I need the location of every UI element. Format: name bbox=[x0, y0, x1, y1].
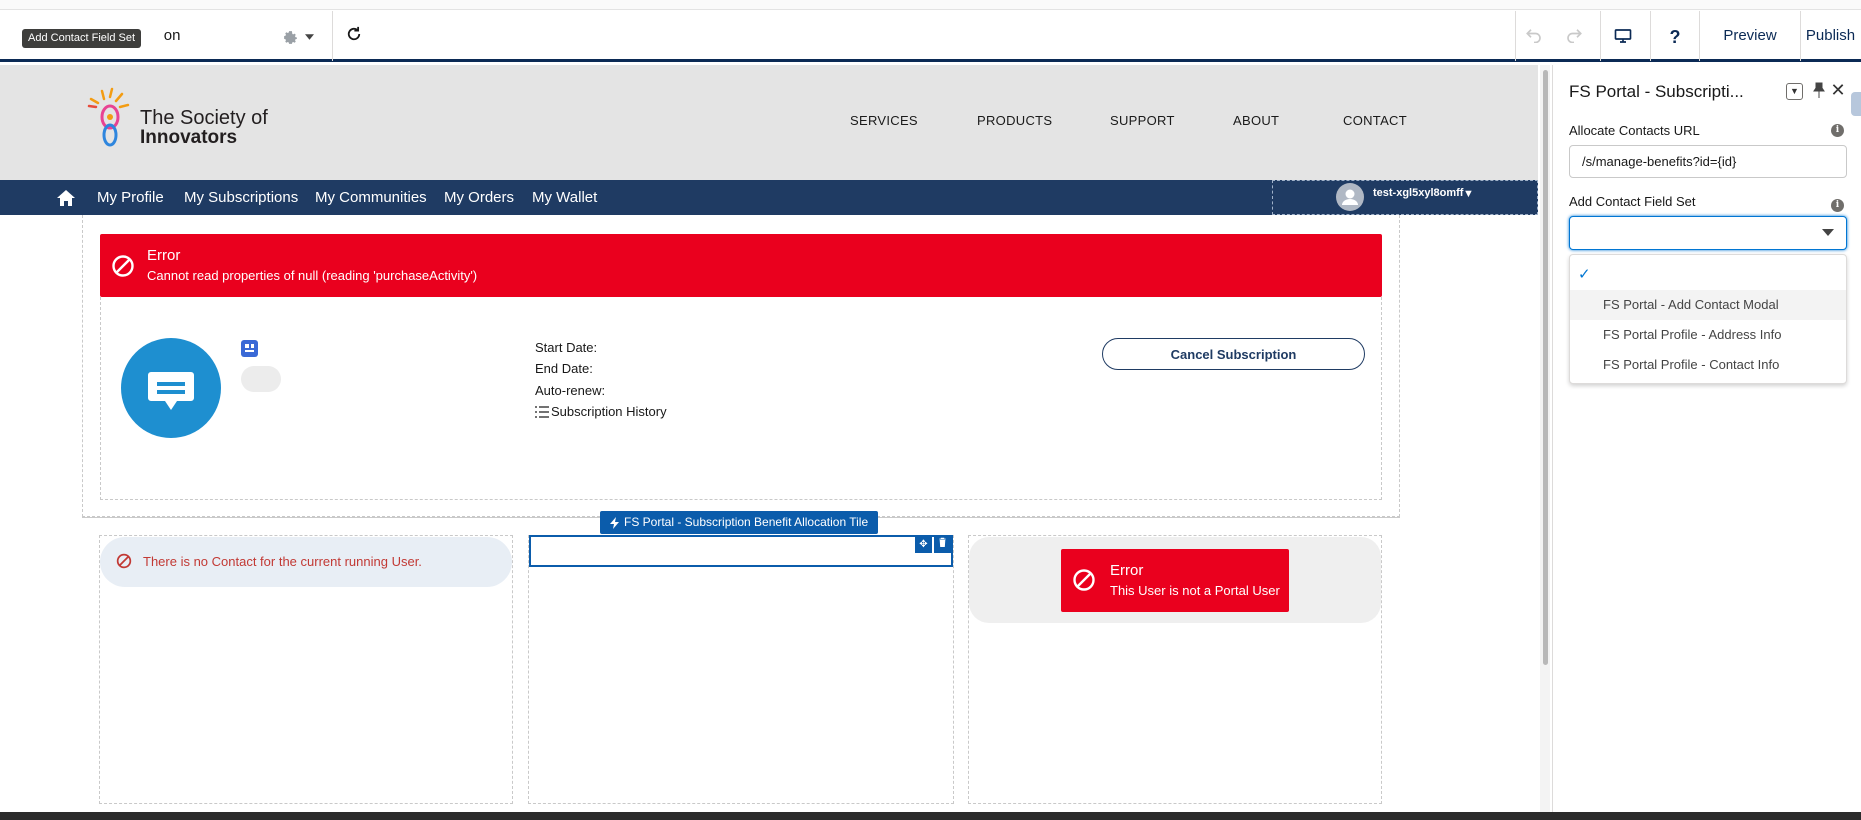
fieldset-select[interactable] bbox=[1569, 216, 1847, 250]
status-pill bbox=[241, 366, 281, 392]
tooltip: Add Contact Field Set bbox=[22, 29, 142, 48]
toolbar-divider bbox=[1650, 11, 1651, 61]
record-type-icon bbox=[241, 340, 258, 357]
user-icon bbox=[1342, 189, 1358, 205]
allocate-url-input[interactable] bbox=[1569, 145, 1847, 178]
close-icon[interactable]: ✕ bbox=[1829, 80, 1847, 100]
list-icon[interactable] bbox=[535, 406, 549, 418]
ban-icon bbox=[116, 553, 132, 569]
dropdown-option[interactable]: FS Portal Profile - Address Info bbox=[1570, 320, 1846, 350]
undo-icon bbox=[1526, 29, 1541, 44]
component-tools: ✥ bbox=[915, 537, 951, 553]
ban-icon bbox=[1073, 569, 1095, 591]
start-date-label: Start Date: bbox=[535, 340, 598, 355]
no-contact-message: There is no Contact for the current runn… bbox=[143, 554, 422, 569]
publish-button[interactable]: Publish bbox=[1800, 11, 1861, 61]
move-icon[interactable]: ✥ bbox=[915, 537, 932, 553]
dropdown-option[interactable]: FS Portal Profile - Contact Info bbox=[1570, 350, 1846, 380]
component-label[interactable]: FS Portal - Subscription Benefit Allocat… bbox=[600, 511, 879, 534]
chat-icon bbox=[148, 372, 194, 410]
page-settings-menu[interactable] bbox=[282, 24, 314, 50]
caret-down-icon[interactable]: ▼ bbox=[1463, 188, 1474, 200]
cancel-subscription-button[interactable]: Cancel Subscription bbox=[1102, 338, 1365, 370]
error-message: Cannot read properties of null (reading … bbox=[147, 268, 478, 283]
fieldset-label: Add Contact Field Set bbox=[1569, 194, 1696, 209]
redo-icon bbox=[1567, 29, 1582, 44]
allocate-url-label: Allocate Contacts URL bbox=[1569, 123, 1700, 138]
nav-my-orders[interactable]: My Orders bbox=[444, 188, 514, 207]
site-nav-contact[interactable]: CONTACT bbox=[1343, 113, 1407, 128]
site-nav-about[interactable]: ABOUT bbox=[1233, 113, 1279, 128]
subscription-card bbox=[100, 297, 1382, 500]
info-icon[interactable]: i bbox=[1831, 199, 1844, 212]
panel-collapse-tab[interactable] bbox=[1851, 92, 1861, 116]
panel-menu-button[interactable]: ▼ bbox=[1786, 83, 1803, 100]
subscription-avatar bbox=[121, 338, 221, 438]
end-date-label: End Date: bbox=[535, 361, 593, 376]
selected-component[interactable] bbox=[529, 535, 953, 567]
property-panel bbox=[1552, 65, 1861, 820]
redo-button[interactable] bbox=[1559, 24, 1589, 50]
auto-renew-label: Auto-renew: bbox=[535, 383, 606, 398]
preview-button[interactable]: Preview bbox=[1700, 11, 1800, 61]
gear-icon bbox=[284, 30, 297, 44]
nav-my-wallet[interactable]: My Wallet bbox=[532, 188, 597, 207]
ban-icon bbox=[112, 255, 134, 277]
site-nav-services[interactable]: SERVICES bbox=[850, 113, 918, 128]
select-arrow-icon[interactable] bbox=[1822, 229, 1834, 236]
component-label-text: FS Portal - Subscription Benefit Allocat… bbox=[624, 515, 869, 529]
toolbar-divider bbox=[1600, 11, 1601, 61]
portal-error-title: Error bbox=[1110, 562, 1144, 579]
dropdown-option[interactable]: FS Portal - Add Contact Modal bbox=[1570, 290, 1846, 320]
user-name[interactable]: test-xgl5xyl8omff bbox=[1373, 187, 1463, 199]
toolbar-divider bbox=[332, 11, 333, 61]
error-banner bbox=[100, 234, 1382, 297]
refresh-button[interactable] bbox=[342, 24, 366, 50]
home-icon[interactable] bbox=[56, 188, 76, 208]
toolbar-divider bbox=[1515, 11, 1516, 61]
error-title: Error bbox=[147, 247, 181, 264]
allocation-column-center bbox=[528, 535, 954, 804]
device-preview-button[interactable] bbox=[1608, 24, 1638, 50]
help-button[interactable]: ? bbox=[1660, 24, 1690, 50]
desktop-icon bbox=[1614, 28, 1632, 43]
nav-my-communities[interactable]: My Communities bbox=[315, 188, 427, 207]
user-avatar[interactable] bbox=[1336, 183, 1364, 211]
window-top-strip bbox=[0, 0, 1861, 10]
nav-my-profile[interactable]: My Profile bbox=[97, 188, 164, 207]
refresh-icon bbox=[347, 26, 361, 41]
info-icon[interactable]: i bbox=[1831, 124, 1844, 137]
panel-title: FS Portal - Subscripti... bbox=[1569, 82, 1744, 101]
delete-icon[interactable] bbox=[934, 537, 951, 553]
check-icon: ✓ bbox=[1578, 266, 1591, 283]
logo-text-line2: Innovators bbox=[140, 127, 238, 148]
bolt-icon bbox=[610, 516, 619, 529]
subscription-history-link[interactable]: Subscription History bbox=[551, 404, 667, 419]
window-bottom-strip bbox=[0, 812, 1861, 820]
caret-down-icon bbox=[305, 34, 314, 40]
site-nav-support[interactable]: SUPPORT bbox=[1110, 113, 1175, 128]
portal-error-message: This User is not a Portal User bbox=[1110, 583, 1280, 598]
canvas-scrollbar-thumb[interactable] bbox=[1543, 70, 1548, 665]
undo-button[interactable] bbox=[1519, 24, 1549, 50]
site-nav-products[interactable]: PRODUCTS bbox=[977, 113, 1052, 128]
page-name-suffix: on bbox=[163, 27, 181, 44]
dropdown-option-none[interactable] bbox=[1570, 262, 1846, 292]
pin-icon[interactable] bbox=[1811, 82, 1827, 100]
nav-my-subscriptions[interactable]: My Subscriptions bbox=[184, 188, 298, 207]
